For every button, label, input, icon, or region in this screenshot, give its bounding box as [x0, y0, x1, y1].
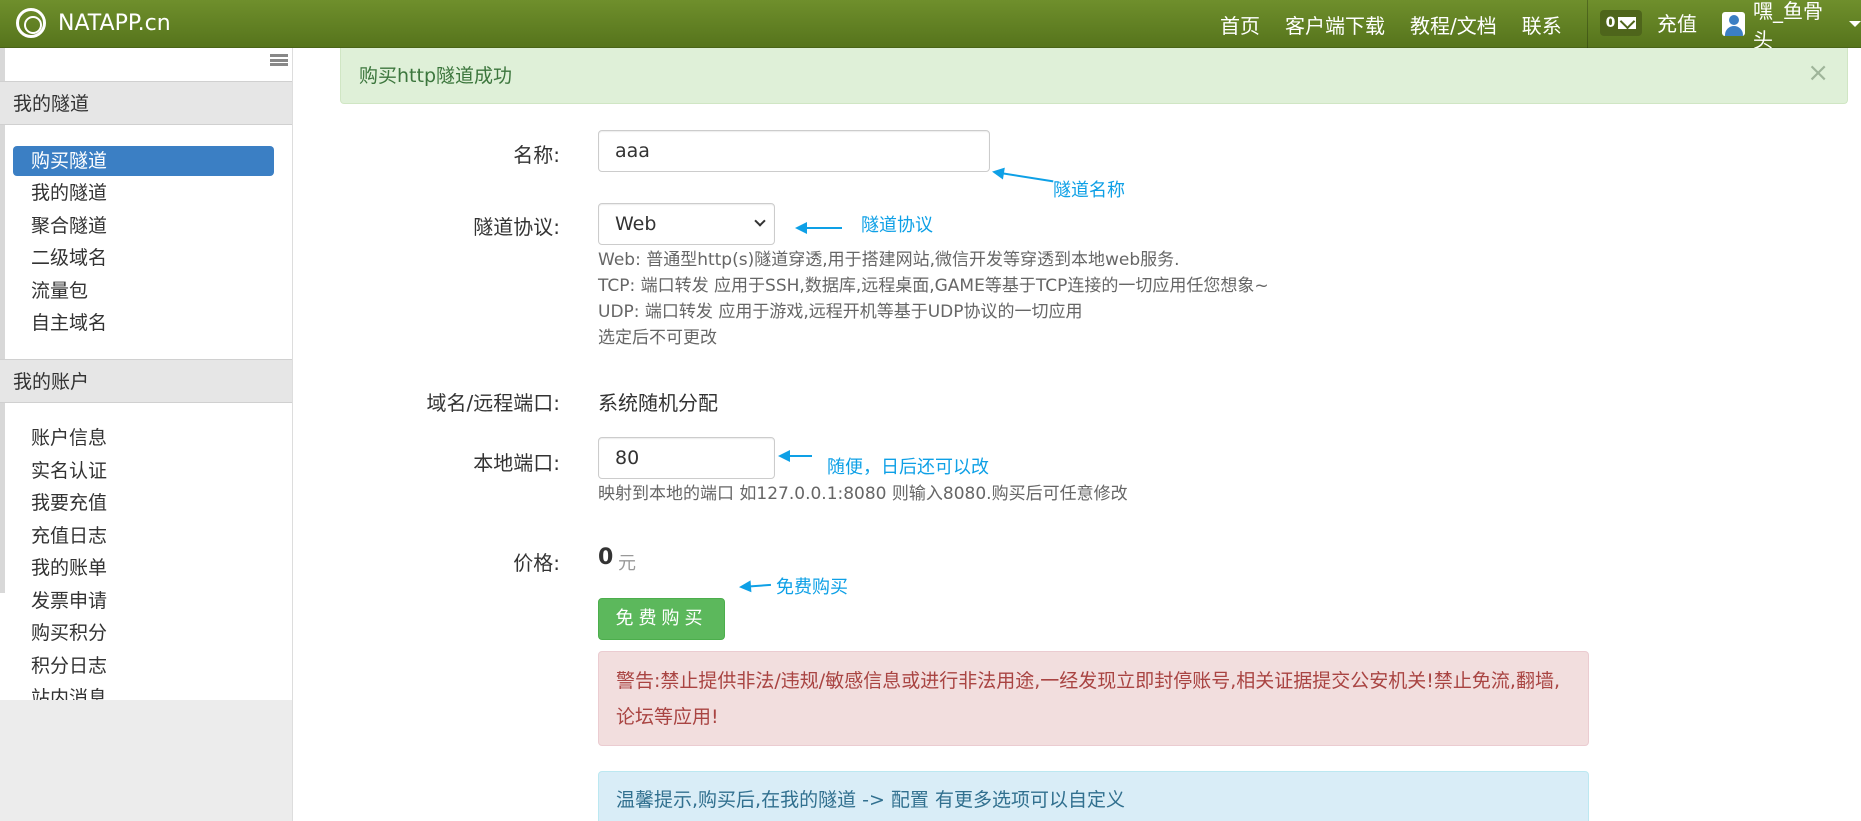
section-my-tunnels: 我的隧道	[0, 81, 292, 125]
username: 嘿_鱼骨头	[1752, 0, 1823, 52]
envelope-icon	[1618, 17, 1637, 29]
port-label: 本地端口:	[473, 451, 560, 475]
warning-alert: 警告:禁止提供非法/违规/敏感信息或进行非法用途,一经发现立即封停账号,相关证据…	[598, 651, 1589, 746]
name-input[interactable]: aaa	[598, 130, 990, 172]
sidebar-collapse-icon[interactable]	[270, 54, 288, 66]
messages-button[interactable]: 0	[1600, 10, 1642, 36]
protocol-help-tcp: TCP: 端口转发 应用于SSH,数据库,远程桌面,GAME等基于TCP连接的一…	[598, 276, 1269, 296]
protocol-select[interactable]: Web	[598, 203, 775, 245]
brand-name: NATAPP.cn	[58, 10, 171, 36]
sidebar-menu: 我的隧道 购买隧道 我的隧道 聚合隧道 二级域名 流量包 自主域名 我的账户 账…	[0, 48, 292, 700]
port-help: 映射到本地的端口 如127.0.0.1:8080 则输入8080.购买后可任意修…	[598, 484, 1128, 504]
name-value: aaa	[615, 140, 650, 162]
sidebar-item-account-info[interactable]: 账户信息	[13, 423, 274, 453]
protocol-help: Web: 普通型http(s)隧道穿透,用于搭建网站,微信开发等穿透到本地web…	[598, 247, 1269, 351]
sidebar-clip: 我的隧道 购买隧道 我的隧道 聚合隧道 二级域名 流量包 自主域名 我的账户 账…	[0, 48, 292, 700]
section-my-account: 我的账户	[0, 359, 292, 403]
success-message: 购买http隧道成功	[359, 65, 513, 87]
nav-divider	[1587, 0, 1588, 48]
sidebar-item-points-log[interactable]: 积分日志	[13, 651, 274, 681]
port-annotation-arrow	[778, 450, 812, 462]
tip-alert: 温馨提示,购买后,在我的隧道 -> 配置 有更多选项可以自定义	[598, 771, 1589, 821]
sidebar-item-buy-tunnel[interactable]: 购买隧道	[13, 146, 274, 176]
nav-contact[interactable]: 联系	[1522, 10, 1562, 39]
chevron-down-icon	[754, 215, 766, 227]
name-annotation-arrow	[993, 171, 1054, 183]
nav-links: 首页 客户端下载 教程/文档 联系	[1195, 0, 1562, 48]
nav-client-download[interactable]: 客户端下载	[1285, 10, 1385, 39]
protocol-help-note: 选定后不可更改	[598, 328, 717, 348]
sidebar-item-messages[interactable]: 站内消息	[13, 683, 274, 700]
port-input[interactable]: 80	[598, 437, 775, 479]
port-annotation: 随便，日后还可以改	[827, 457, 989, 478]
sidebar-item-buy-points[interactable]: 购买积分	[13, 618, 274, 648]
nav-docs[interactable]: 教程/文档	[1410, 10, 1497, 39]
brand-link[interactable]: NATAPP.cn	[16, 6, 171, 40]
price-label: 价格:	[513, 551, 560, 575]
message-count: 0	[1605, 15, 1616, 31]
sidebar: 我的隧道 购买隧道 我的隧道 聚合隧道 二级域名 流量包 自主域名 我的账户 账…	[0, 48, 293, 821]
user-avatar-icon	[1722, 12, 1745, 36]
nav-recharge[interactable]: 充值	[1657, 0, 1697, 48]
free-buy-button[interactable]: 免费购买	[598, 598, 725, 640]
domain-label: 域名/远程端口:	[426, 391, 560, 415]
sidebar-item-recharge[interactable]: 我要充值	[13, 488, 274, 518]
sidebar-item-my-bills[interactable]: 我的账单	[13, 553, 274, 583]
protocol-annotation-arrow	[795, 222, 842, 234]
sidebar-item-traffic-pack[interactable]: 流量包	[13, 276, 274, 306]
buy-annotation: 免费购买	[776, 577, 848, 598]
natapp-logo-icon	[16, 8, 46, 38]
sidebar-scroll-strip[interactable]	[0, 48, 5, 593]
sidebar-item-verification[interactable]: 实名认证	[13, 456, 274, 486]
user-menu[interactable]: 嘿_鱼骨头	[1722, 0, 1861, 52]
port-value: 80	[615, 447, 640, 469]
sidebar-item-aggregate-tunnel[interactable]: 聚合隧道	[13, 211, 274, 241]
protocol-annotation: 隧道协议	[861, 215, 933, 236]
domain-value: 系统随机分配	[598, 391, 718, 415]
protocol-value: Web	[615, 213, 657, 235]
price-value: 0	[598, 545, 614, 570]
sidebar-item-my-tunnels[interactable]: 我的隧道	[13, 178, 274, 208]
sidebar-item-recharge-log[interactable]: 充值日志	[13, 521, 274, 551]
protocol-help-web: Web: 普通型http(s)隧道穿透,用于搭建网站,微信开发等穿透到本地web…	[598, 250, 1180, 270]
name-annotation: 隧道名称	[1053, 180, 1125, 201]
top-navbar: NATAPP.cn 首页 客户端下载 教程/文档 联系 0 充值 嘿_鱼骨头	[0, 0, 1861, 52]
protocol-label: 隧道协议:	[473, 215, 560, 239]
price-unit: 元	[618, 553, 636, 574]
success-alert: 购买http隧道成功 ×	[340, 48, 1848, 104]
sidebar-item-custom-domain[interactable]: 自主域名	[13, 308, 274, 338]
caret-down-icon	[1849, 21, 1861, 27]
protocol-help-udp: UDP: 端口转发 应用于游戏,远程开机等基于UDP协议的一切应用	[598, 302, 1083, 322]
buy-annotation-arrow	[740, 583, 771, 588]
nav-home[interactable]: 首页	[1220, 10, 1260, 39]
sidebar-item-invoice[interactable]: 发票申请	[13, 586, 274, 616]
close-icon[interactable]: ×	[1807, 48, 1829, 98]
sidebar-item-subdomain[interactable]: 二级域名	[13, 243, 274, 273]
name-label: 名称:	[513, 143, 560, 167]
